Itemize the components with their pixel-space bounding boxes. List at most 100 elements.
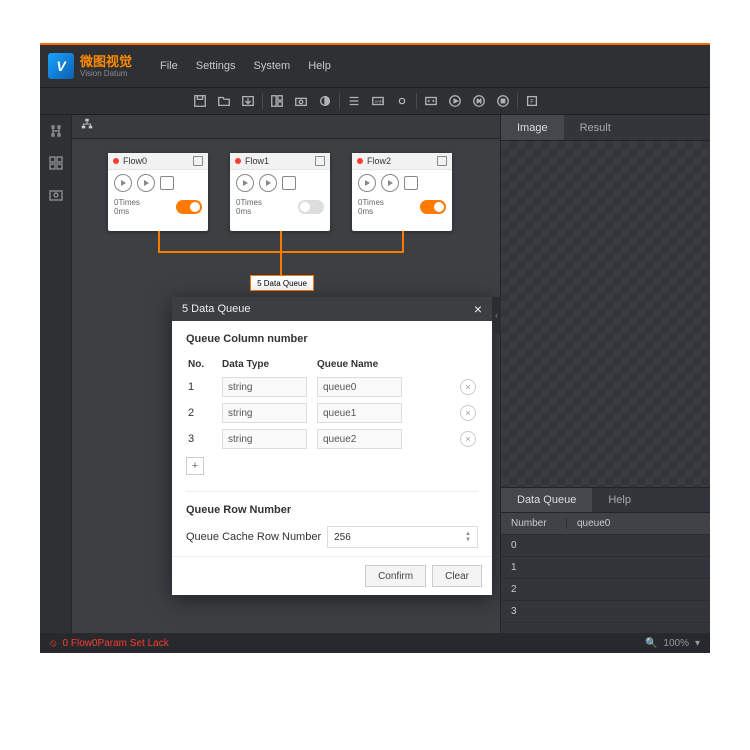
cache-row-input[interactable]: 256 ▲▼ <box>327 526 478 548</box>
queue-name-input[interactable] <box>317 403 402 423</box>
data-queue-node[interactable]: 5 Data Queue <box>250 275 314 291</box>
separator <box>262 93 263 109</box>
status-bar: ⦸ 0 Flow0Param Set Lack 🔍 100% ▾ <box>40 633 710 653</box>
var-icon[interactable]: VAR <box>368 91 388 111</box>
tab-help[interactable]: Help <box>592 488 647 512</box>
list-icon[interactable] <box>344 91 364 111</box>
zoom-value: 100% <box>663 638 689 649</box>
queue-row: 1 × <box>186 374 478 400</box>
play-loop-icon[interactable] <box>137 174 155 192</box>
code-icon[interactable] <box>421 91 441 111</box>
connector <box>280 253 282 275</box>
play-icon[interactable] <box>445 91 465 111</box>
stop-icon[interactable] <box>404 176 418 190</box>
stop-icon[interactable] <box>493 91 513 111</box>
zoom-out-icon[interactable]: 🔍 <box>645 638 657 649</box>
grid-cell[interactable]: 2 <box>501 584 566 595</box>
clear-button[interactable]: Clear <box>432 565 482 587</box>
add-row-button[interactable]: + <box>186 457 204 475</box>
svg-text:F: F <box>530 99 534 106</box>
queue-name-input[interactable] <box>317 429 402 449</box>
queue-row: 2 × <box>186 400 478 426</box>
tab-image[interactable]: Image <box>501 115 564 140</box>
flow-toggle[interactable] <box>176 200 202 214</box>
menu-file[interactable]: File <box>160 60 178 72</box>
link-icon[interactable] <box>392 91 412 111</box>
chevron-down-icon[interactable]: ▾ <box>695 638 700 649</box>
snap-icon[interactable] <box>46 185 66 205</box>
right-panel: Image Result ‹ Data Queue Help Numberque… <box>500 115 710 633</box>
flow-canvas[interactable]: Flow0 0Times0ms Flow1 0Times0ms Flow2 0T… <box>72 139 500 633</box>
flow-title: Flow1 <box>245 156 269 166</box>
dialog-titlebar[interactable]: 5 Data Queue × <box>172 297 492 321</box>
menu-system[interactable]: System <box>254 60 291 72</box>
flow-toggle[interactable] <box>420 200 446 214</box>
tab-data-queue[interactable]: Data Queue <box>501 488 592 512</box>
flow-tree-icon[interactable] <box>80 117 94 136</box>
row-no: 3 <box>186 426 220 452</box>
data-queue-dialog: 5 Data Queue × Queue Column number No. D… <box>172 297 492 595</box>
app-window: V 微图视觉 Vision Datum File Settings System… <box>40 43 710 653</box>
bottom-tabs: Data Queue Help <box>501 487 710 513</box>
modules-icon[interactable] <box>46 153 66 173</box>
node-expand-icon[interactable] <box>193 156 203 166</box>
fullscreen-icon[interactable]: F <box>522 91 542 111</box>
tab-result[interactable]: Result <box>564 115 627 140</box>
brand-name: 微图视觉 <box>80 55 132 68</box>
queue-name-input[interactable] <box>317 377 402 397</box>
spinner-arrows-icon[interactable]: ▲▼ <box>465 531 471 543</box>
play-once-icon[interactable] <box>236 174 254 192</box>
open-icon[interactable] <box>214 91 234 111</box>
queue-columns-table: No. Data Type Queue Name 1 × <box>186 355 478 452</box>
flow-toggle[interactable] <box>298 200 324 214</box>
record-dot-icon <box>113 158 119 164</box>
camera-icon[interactable] <box>291 91 311 111</box>
stop-icon[interactable] <box>160 176 174 190</box>
menu-help[interactable]: Help <box>308 60 331 72</box>
status-message: 0 Flow0Param Set Lack <box>63 638 169 649</box>
flow-node-0[interactable]: Flow0 0Times0ms <box>108 153 208 231</box>
menu-settings[interactable]: Settings <box>196 60 236 72</box>
contrast-icon[interactable] <box>315 91 335 111</box>
brand-logo: V 微图视觉 Vision Datum <box>48 53 132 79</box>
delete-row-icon[interactable]: × <box>460 379 476 395</box>
grid-cell[interactable]: 0 <box>501 540 566 551</box>
data-type-input[interactable] <box>222 377 307 397</box>
layout-icon[interactable] <box>267 91 287 111</box>
play-once-icon[interactable] <box>114 174 132 192</box>
data-type-input[interactable] <box>222 429 307 449</box>
export-icon[interactable] <box>238 91 258 111</box>
section-row-title: Queue Row Number <box>186 504 478 516</box>
flow-times: 0Times <box>236 198 262 207</box>
node-expand-icon[interactable] <box>437 156 447 166</box>
save-icon[interactable] <box>190 91 210 111</box>
delete-row-icon[interactable]: × <box>460 405 476 421</box>
grid-col-number: Number <box>501 518 566 529</box>
data-type-input[interactable] <box>222 403 307 423</box>
grid-cell[interactable]: 3 <box>501 606 566 617</box>
flow-title: Flow2 <box>367 156 391 166</box>
stop-icon[interactable] <box>282 176 296 190</box>
section-column-title: Queue Column number <box>186 333 478 345</box>
play-loop-icon[interactable] <box>381 174 399 192</box>
confirm-button[interactable]: Confirm <box>365 565 426 587</box>
preview-tabs: Image Result <box>501 115 710 141</box>
play-loop-icon[interactable] <box>469 91 489 111</box>
separator <box>416 93 417 109</box>
grid-cell[interactable]: 1 <box>501 562 566 573</box>
flow-node-1[interactable]: Flow1 0Times0ms <box>230 153 330 231</box>
close-icon[interactable]: × <box>474 301 482 317</box>
node-expand-icon[interactable] <box>315 156 325 166</box>
image-preview[interactable]: ‹ <box>501 141 710 487</box>
collapse-handle-icon[interactable]: ‹ <box>492 297 501 333</box>
play-once-icon[interactable] <box>358 174 376 192</box>
tree-icon[interactable] <box>46 121 66 141</box>
connector <box>402 231 404 253</box>
svg-text:VAR: VAR <box>375 99 384 104</box>
flow-node-2[interactable]: Flow2 0Times0ms <box>352 153 452 231</box>
play-loop-icon[interactable] <box>259 174 277 192</box>
record-dot-icon <box>357 158 363 164</box>
delete-row-icon[interactable]: × <box>460 431 476 447</box>
connector <box>280 231 282 253</box>
cache-row-value: 256 <box>334 532 351 543</box>
